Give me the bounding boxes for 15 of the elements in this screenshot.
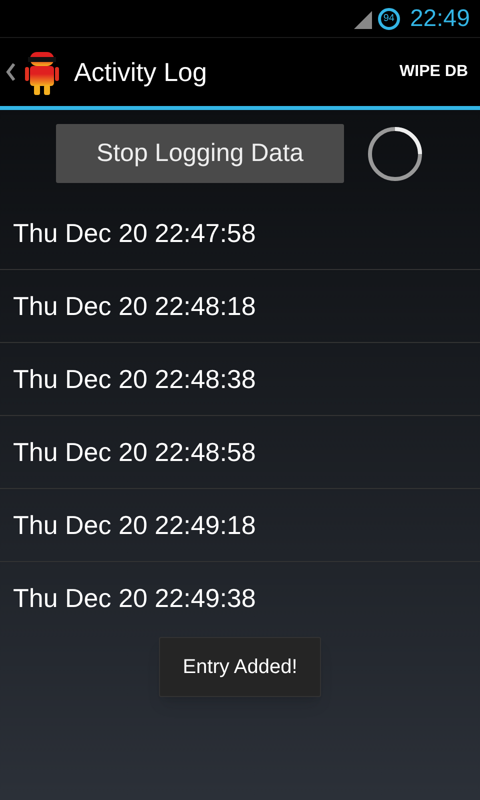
stop-logging-button[interactable]: Stop Logging Data — [56, 124, 344, 183]
log-entry[interactable]: Thu Dec 20 22:48:38 — [0, 343, 480, 416]
back-caret-icon[interactable] — [6, 63, 18, 81]
screen-title: Activity Log — [74, 56, 208, 88]
log-entry[interactable]: Thu Dec 20 22:49:18 — [0, 489, 480, 562]
loading-spinner — [366, 124, 424, 182]
signal-icon — [352, 8, 372, 28]
log-entry[interactable]: Thu Dec 20 22:48:58 — [0, 416, 480, 489]
wipe-db-button[interactable]: WIPE DB — [400, 60, 468, 84]
log-entry[interactable]: Thu Dec 20 22:49:38 — [0, 562, 480, 635]
toast: Entry Added! — [158, 637, 322, 697]
battery-indicator: 94 — [378, 8, 400, 30]
clock: 22:49 — [410, 4, 470, 34]
log-entry[interactable]: Thu Dec 20 22:48:18 — [0, 270, 480, 343]
log-entry[interactable]: Thu Dec 20 22:47:58 — [0, 197, 480, 270]
